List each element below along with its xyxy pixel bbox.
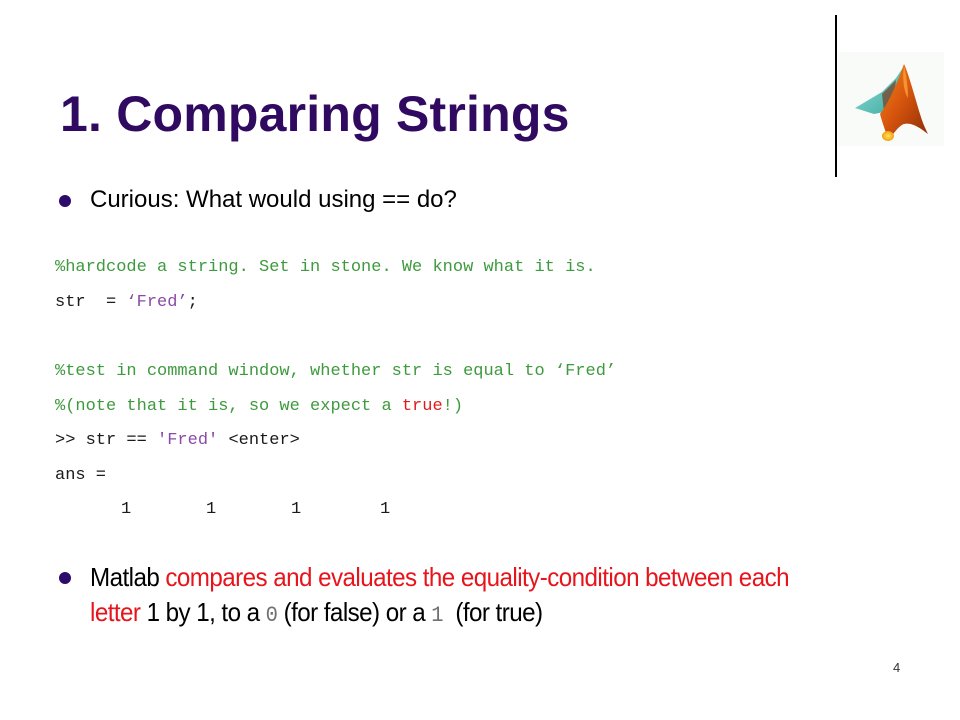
slide-title: 1. Comparing Strings bbox=[60, 86, 570, 142]
matlab-logo-graphic bbox=[855, 64, 928, 141]
bullet-2-lead: Matlab bbox=[90, 562, 166, 592]
code-line-2-string: ‘Fred’ bbox=[126, 293, 188, 312]
page-number: 4 bbox=[893, 660, 901, 675]
bullet-2-false-text: (for false) or a bbox=[277, 597, 432, 627]
command-prompt: >> str == bbox=[55, 431, 158, 450]
code-line-4: %(note that it is, so we expect a true!) bbox=[55, 396, 463, 418]
answer-value-4: 1 bbox=[380, 500, 391, 519]
answer-value-1: 1 bbox=[121, 500, 132, 519]
code-line-5: >> str == 'Fred' <enter> bbox=[55, 430, 300, 452]
code-line-4-true: true bbox=[401, 397, 443, 416]
bullet-1-text: Curious: What would using == do? bbox=[90, 186, 457, 213]
code-line-2-prefix: str = bbox=[55, 293, 127, 312]
code-line-2: str = ‘Fred’; bbox=[55, 292, 198, 314]
code-line-6-ans: ans = bbox=[55, 466, 107, 485]
answer-value-2: 1 bbox=[206, 500, 217, 519]
code-line-5-suffix: <enter> bbox=[218, 431, 300, 450]
code-line-4-prefix: %(note that it is, so we expect a bbox=[55, 397, 402, 416]
answer-value-3: 1 bbox=[291, 500, 302, 519]
bullet-marker bbox=[59, 195, 71, 207]
code-line-1-comment: %hardcode a string. Set in stone. We kno… bbox=[55, 258, 596, 277]
bullet-2-text: Matlab compares and evaluates the equali… bbox=[90, 560, 834, 633]
bullet-2-mid: 1 by 1, to a bbox=[140, 597, 266, 627]
title-divider-line bbox=[835, 15, 837, 177]
bullet-2-one: 1 bbox=[431, 603, 444, 628]
bullet-2-zero: 0 bbox=[265, 603, 278, 628]
bullet-marker bbox=[59, 572, 71, 584]
code-line-5-string: 'Fred' bbox=[157, 431, 219, 450]
code-line-2-suffix: ; bbox=[187, 293, 198, 312]
matlab-logo-icon bbox=[838, 52, 944, 146]
code-line-4-suffix: !) bbox=[442, 397, 464, 416]
bullet-2-tail: (for true) bbox=[443, 597, 543, 627]
code-line-3-comment: %test in command window, whether str is … bbox=[55, 362, 617, 381]
